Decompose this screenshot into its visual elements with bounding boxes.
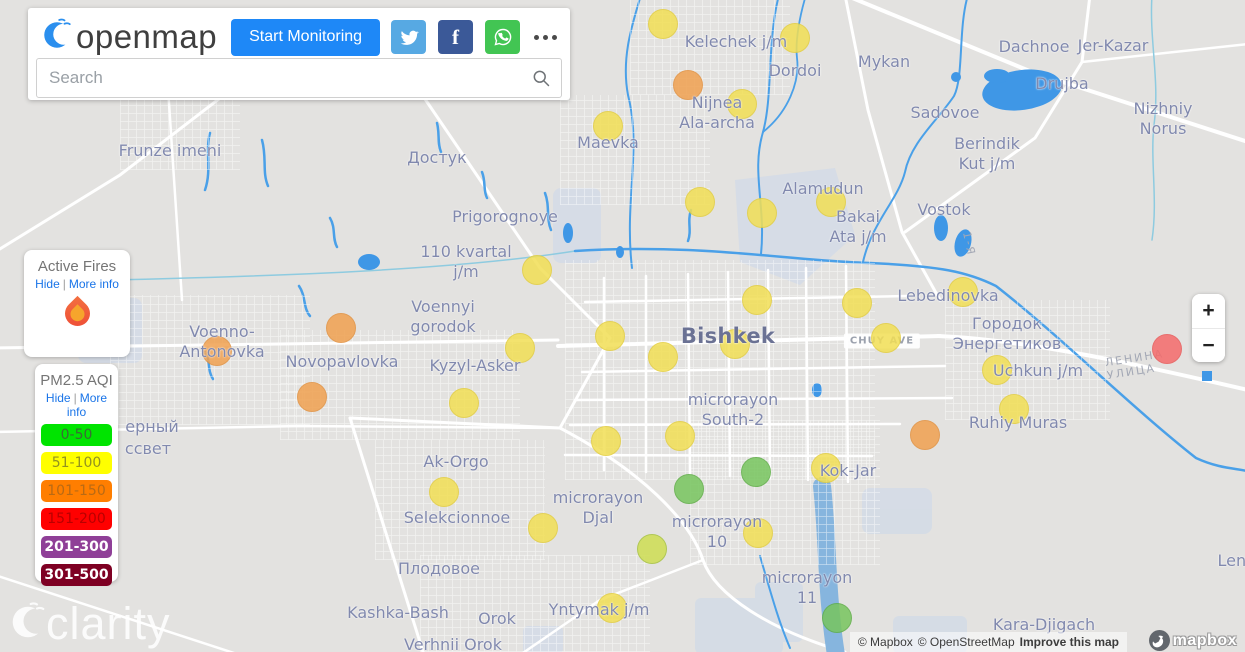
zoom-out-button[interactable]: − bbox=[1192, 328, 1225, 362]
brand-name: openmap bbox=[76, 18, 218, 55]
pm25-aqi-legend-panel: PM2.5 AQI Hide | More info 0-50 51-100 101-1… bbox=[35, 364, 118, 586]
active-fires-hide-link[interactable]: Hide bbox=[35, 277, 60, 291]
mapbox-pinwheel-icon bbox=[1148, 630, 1170, 651]
aqi-range-301-500: 301-500 bbox=[41, 564, 112, 586]
twitter-share-button[interactable] bbox=[391, 20, 427, 54]
map-attribution: © Mapbox © OpenStreetMap Improve this ma… bbox=[849, 632, 1127, 652]
fire-icon bbox=[59, 295, 96, 335]
clarity-brand-name: clarity bbox=[46, 598, 171, 649]
openmap-app: Kelechek j/m Dordoi Mykan Dachnoe Jer-Kazar D… bbox=[0, 0, 1245, 652]
improve-this-map-link[interactable]: Improve this map bbox=[1020, 635, 1119, 649]
osm-attribution-link[interactable]: © OpenStreetMap bbox=[918, 635, 1015, 649]
aqi-marker-51-100[interactable] bbox=[528, 513, 558, 543]
facebook-f-icon: f bbox=[452, 24, 460, 49]
mapbox-attribution-link[interactable]: © Mapbox bbox=[858, 635, 913, 649]
start-monitoring-button[interactable]: Start Monitoring bbox=[231, 18, 381, 56]
aqi-marker-51-100[interactable] bbox=[648, 342, 678, 372]
aqi-marker-0-50[interactable] bbox=[822, 603, 852, 633]
active-fires-more-info-link[interactable]: More info bbox=[69, 277, 119, 291]
aqi-marker-101-150[interactable] bbox=[673, 70, 703, 100]
link-separator: | bbox=[73, 391, 77, 405]
aqi-marker-51-100[interactable] bbox=[449, 388, 479, 418]
aqi-marker-51-100[interactable] bbox=[685, 187, 715, 217]
aqi-marker-51-100[interactable] bbox=[871, 323, 901, 353]
social-buttons: f bbox=[391, 20, 521, 54]
aqi-marker-51-100[interactable] bbox=[648, 9, 678, 39]
zoom-in-button[interactable]: + bbox=[1192, 294, 1225, 328]
aqi-marker-0-50[interactable] bbox=[741, 457, 771, 487]
aqi-marker-51-100[interactable] bbox=[999, 394, 1029, 424]
search-icon[interactable] bbox=[531, 68, 551, 88]
openmap-swoosh-logo-icon bbox=[42, 18, 72, 57]
aqi-range-0-50: 0-50 bbox=[41, 424, 112, 446]
aqi-marker-51-100[interactable] bbox=[593, 111, 623, 141]
ellipsis-icon[interactable] bbox=[534, 34, 558, 40]
aqi-marker-51-100[interactable] bbox=[720, 329, 750, 359]
search-box bbox=[36, 58, 562, 98]
link-separator: | bbox=[62, 277, 66, 291]
aqi-marker-101-150[interactable] bbox=[297, 382, 327, 412]
aqi-marker-51-100[interactable] bbox=[429, 477, 459, 507]
aqi-marker-51-100[interactable] bbox=[743, 518, 773, 548]
aqi-range-51-100: 51-100 bbox=[41, 452, 112, 474]
aqi-marker-51-100[interactable] bbox=[505, 333, 535, 363]
aqi-marker-101-150[interactable] bbox=[910, 420, 940, 450]
aqi-marker-51-100[interactable] bbox=[597, 593, 627, 623]
aqi-marker-0-50[interactable] bbox=[674, 474, 704, 504]
aqi-marker-51-100[interactable] bbox=[727, 89, 757, 119]
aqi-marker-51-100[interactable] bbox=[811, 453, 841, 483]
whatsapp-icon bbox=[493, 27, 513, 47]
mapbox-logo[interactable]: mapbox bbox=[1148, 630, 1237, 651]
aqi-marker-51-100[interactable] bbox=[747, 198, 777, 228]
aqi-marker-51-100[interactable] bbox=[982, 355, 1012, 385]
aqi-marker-51-100[interactable] bbox=[637, 534, 667, 564]
clarity-watermark: clarity bbox=[10, 598, 171, 650]
aqi-hide-link[interactable]: Hide bbox=[46, 391, 71, 405]
mapbox-logo-text: mapbox bbox=[1172, 631, 1237, 649]
active-fires-panel: Active Fires Hide | More info bbox=[24, 250, 130, 357]
aqi-marker-51-100[interactable] bbox=[948, 277, 978, 307]
aqi-marker-51-100[interactable] bbox=[842, 288, 872, 318]
aqi-marker-101-150[interactable] bbox=[326, 313, 356, 343]
aqi-marker-51-100[interactable] bbox=[595, 321, 625, 351]
aqi-marker-51-100[interactable] bbox=[591, 426, 621, 456]
aqi-more-info-link[interactable]: More info bbox=[67, 391, 107, 419]
search-input[interactable] bbox=[37, 68, 531, 88]
aqi-marker-51-100[interactable] bbox=[522, 255, 552, 285]
aqi-range-list: 0-50 51-100 101-150 151-200 201-300 301-500 bbox=[35, 424, 118, 586]
twitter-bird-icon bbox=[399, 27, 419, 47]
aqi-marker-101-150[interactable] bbox=[202, 336, 232, 366]
aqi-marker-51-100[interactable] bbox=[816, 187, 846, 217]
aqi-legend-title: PM2.5 AQI bbox=[40, 372, 113, 389]
facebook-share-button[interactable]: f bbox=[438, 20, 474, 54]
zoom-controls: + − bbox=[1192, 294, 1225, 362]
aqi-marker-51-100[interactable] bbox=[742, 285, 772, 315]
header-card: openmap Start Monitoring f bbox=[28, 8, 570, 100]
active-fires-title: Active Fires bbox=[37, 258, 117, 275]
aqi-range-201-300: 201-300 bbox=[41, 536, 112, 558]
clarity-swoosh-logo-icon bbox=[10, 601, 46, 648]
aqi-range-151-200: 151-200 bbox=[41, 508, 112, 530]
whatsapp-share-button[interactable] bbox=[485, 20, 521, 54]
aqi-marker-151-200[interactable] bbox=[1152, 334, 1182, 364]
aqi-range-101-150: 101-150 bbox=[41, 480, 112, 502]
aqi-marker-51-100[interactable] bbox=[665, 421, 695, 451]
aqi-marker-51-100[interactable] bbox=[780, 23, 810, 53]
